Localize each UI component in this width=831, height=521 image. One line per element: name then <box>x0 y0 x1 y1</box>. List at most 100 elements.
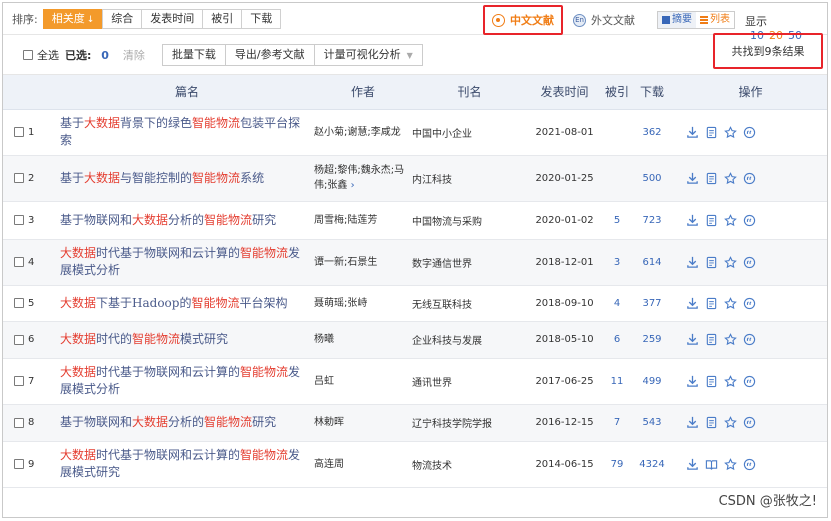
citation-count[interactable]: 7 <box>602 404 632 442</box>
header-date[interactable]: 发表时间 <box>527 75 602 110</box>
sort-option[interactable]: 被引 <box>202 8 243 29</box>
quote-icon[interactable] <box>743 333 756 346</box>
star-icon[interactable] <box>724 213 737 227</box>
citation-count[interactable]: 6 <box>602 321 632 359</box>
author-names[interactable]: 高连周 <box>314 459 344 470</box>
row-checkbox[interactable] <box>14 215 24 225</box>
journal-link[interactable]: 物流技术 <box>412 441 527 488</box>
article-title-link[interactable]: 基于大数据与智能控制的智能物流系统 <box>60 155 314 202</box>
download-icon[interactable] <box>686 256 699 269</box>
sort-option[interactable]: 下载 <box>241 8 282 29</box>
html-read-icon[interactable] <box>705 256 718 269</box>
header-download[interactable]: 下载 <box>632 75 672 110</box>
article-title-link[interactable]: 大数据时代的智能物流模式研究 <box>60 321 314 359</box>
html-read-icon[interactable] <box>705 297 718 310</box>
foreign-literature-tab[interactable]: En 外文文献 <box>573 12 635 28</box>
export-button[interactable]: 导出/参考文献 <box>224 43 315 66</box>
article-title-link[interactable]: 大数据下基于Hadoop的智能物流平台架构 <box>60 285 314 322</box>
download-icon[interactable] <box>686 214 699 227</box>
download-icon[interactable] <box>686 172 699 185</box>
clear-button[interactable]: 清除 <box>123 47 145 63</box>
star-icon[interactable] <box>724 374 737 388</box>
chinese-literature-tab[interactable]: 中文文献 <box>483 5 563 35</box>
row-checkbox[interactable] <box>14 173 24 183</box>
journal-link[interactable]: 中国中小企业 <box>412 109 527 156</box>
download-icon[interactable] <box>686 297 699 310</box>
quote-icon[interactable] <box>743 256 756 269</box>
star-icon[interactable] <box>724 333 737 346</box>
view-summary-button[interactable]: 摘要 <box>658 12 696 28</box>
quote-icon[interactable] <box>743 416 756 429</box>
article-title-link[interactable]: 基于物联网和大数据分析的智能物流研究 <box>60 404 314 442</box>
citation-count[interactable]: 11 <box>602 358 632 405</box>
html-read-icon[interactable] <box>705 126 718 139</box>
row-checkbox[interactable] <box>14 257 24 267</box>
sort-option[interactable]: 综合 <box>102 8 143 29</box>
author-names[interactable]: 周雪梅;陆莲芳 <box>314 215 377 226</box>
article-title-link[interactable]: 大数据时代基于物联网和云计算的智能物流发展模式分析 <box>60 358 314 405</box>
quote-icon[interactable] <box>743 297 756 310</box>
visual-analysis-button[interactable]: 计量可视化分析 ▼ <box>313 43 423 66</box>
download-icon[interactable] <box>686 416 699 429</box>
citation-count[interactable]: 79 <box>602 441 632 488</box>
row-checkbox[interactable] <box>14 298 24 308</box>
more-authors-chevron-icon[interactable]: › <box>351 180 355 191</box>
author-names[interactable]: 聂萌瑶;张峙 <box>314 298 367 309</box>
star-icon[interactable] <box>724 255 737 269</box>
row-checkbox[interactable] <box>14 459 24 469</box>
quote-icon[interactable] <box>743 172 756 185</box>
citation-count[interactable]: 4 <box>602 285 632 322</box>
quote-icon[interactable] <box>743 375 756 388</box>
article-title-link[interactable]: 基于物联网和大数据分析的智能物流研究 <box>60 201 314 240</box>
view-list-button[interactable]: 列表 <box>696 12 734 28</box>
header-cite[interactable]: 被引 <box>602 75 632 110</box>
article-title-link[interactable]: 大数据时代基于物联网和云计算的智能物流发展模式分析 <box>60 239 314 286</box>
html-read-icon[interactable] <box>705 172 718 185</box>
article-title-link[interactable]: 基于大数据背景下的绿色智能物流包装平台探索 <box>60 109 314 156</box>
sort-option[interactable]: 相关度 ↓ <box>42 8 104 29</box>
row-checkbox[interactable] <box>14 417 24 428</box>
html-read-icon[interactable] <box>705 333 718 346</box>
html-read-icon[interactable] <box>705 416 718 429</box>
author-names[interactable]: 杨超;黎伟;魏永杰;马伟;张鑫 <box>314 165 404 191</box>
select-all[interactable]: 全选 <box>23 47 59 63</box>
star-icon[interactable] <box>724 416 737 429</box>
sort-option[interactable]: 发表时间 <box>141 8 204 29</box>
author-names[interactable]: 谭一新;石景生 <box>314 257 377 268</box>
author-names[interactable]: 吕虹 <box>314 376 334 387</box>
header-title[interactable]: 篇名 <box>60 75 314 110</box>
download-icon[interactable] <box>686 126 699 139</box>
quote-icon[interactable] <box>743 126 756 139</box>
download-icon[interactable] <box>686 333 699 346</box>
citation-count[interactable] <box>602 109 632 156</box>
row-checkbox[interactable] <box>14 334 24 345</box>
batch-download-button[interactable]: 批量下载 <box>161 43 226 66</box>
journal-link[interactable]: 无线互联科技 <box>412 285 527 322</box>
author-names[interactable]: 林勅晖 <box>314 417 344 428</box>
article-title-link[interactable]: 大数据时代基于物联网和云计算的智能物流发展模式研究 <box>60 441 314 488</box>
journal-link[interactable]: 中国物流与采购 <box>412 201 527 240</box>
author-names[interactable]: 杨曦 <box>314 334 334 345</box>
journal-link[interactable]: 内江科技 <box>412 155 527 202</box>
journal-link[interactable]: 辽宁科技学院学报 <box>412 404 527 442</box>
quote-icon[interactable] <box>743 214 756 227</box>
download-icon[interactable] <box>686 458 699 471</box>
html-read-icon[interactable] <box>705 375 718 388</box>
citation-count[interactable]: 3 <box>602 239 632 286</box>
citation-count[interactable]: 5 <box>602 201 632 240</box>
journal-link[interactable]: 通讯世界 <box>412 358 527 405</box>
select-all-checkbox[interactable] <box>23 49 33 60</box>
quote-icon[interactable] <box>743 458 756 471</box>
author-names[interactable]: 赵小菊;谢慧;李咸龙 <box>314 127 401 138</box>
journal-link[interactable]: 企业科技与发展 <box>412 321 527 359</box>
star-icon[interactable] <box>724 296 737 310</box>
html-read-icon[interactable] <box>705 214 718 227</box>
citation-count[interactable] <box>602 155 632 202</box>
download-icon[interactable] <box>686 375 699 388</box>
star-icon[interactable] <box>724 171 737 185</box>
star-icon[interactable] <box>724 125 737 139</box>
journal-link[interactable]: 数字通信世界 <box>412 239 527 286</box>
row-checkbox[interactable] <box>14 127 24 137</box>
star-icon[interactable] <box>724 457 737 471</box>
book-icon[interactable] <box>705 458 718 471</box>
